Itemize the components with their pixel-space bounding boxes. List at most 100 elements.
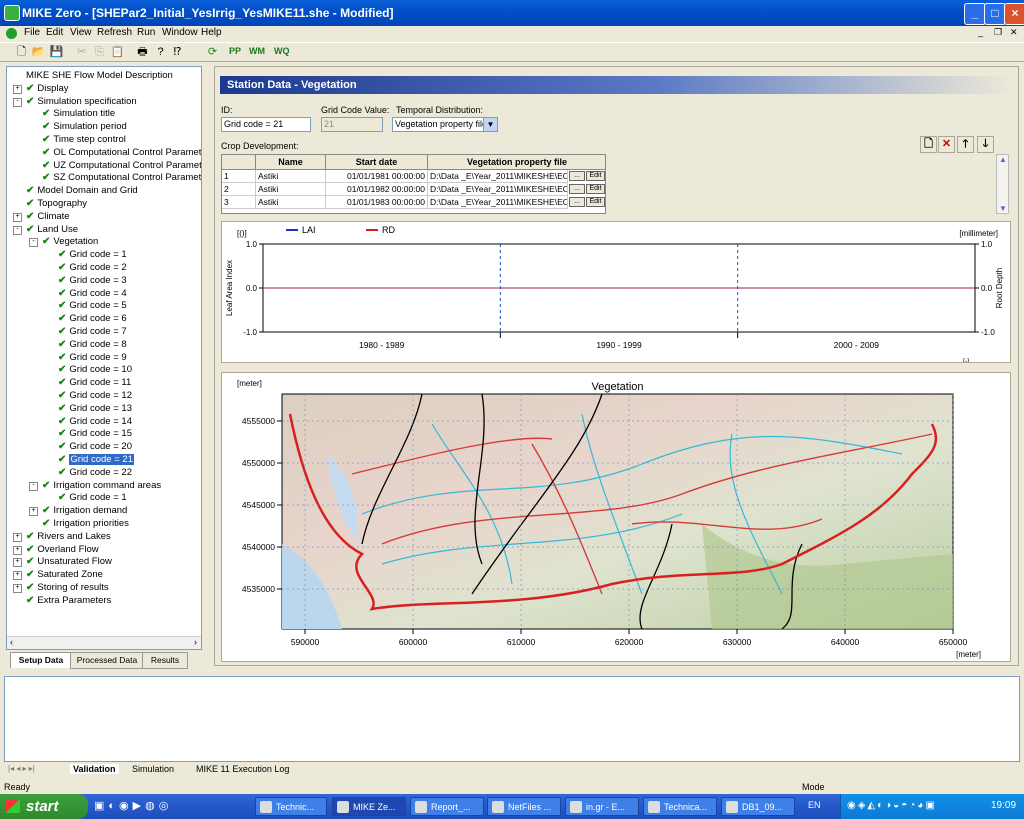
setup-tree[interactable]: MIKE SHE Flow Model Description + ✔ Display… <box>6 66 202 650</box>
expand-icon[interactable]: + <box>13 558 22 568</box>
tree-item[interactable]: ✔ Grid code = 1 <box>45 491 127 504</box>
tab-processed-data[interactable]: Processed Data <box>70 652 144 669</box>
tree-item[interactable]: ✔ OL Computational Control Paramet... <box>29 146 201 159</box>
edit-button[interactable]: Edit <box>586 184 605 194</box>
tree-item[interactable]: - ✔ Vegetation <box>29 235 98 248</box>
delete-row-icon[interactable]: ✕ <box>938 136 955 153</box>
tree-item[interactable]: ✔ Grid code = 20 <box>45 440 132 453</box>
tree-item[interactable]: - ✔ Land Use <box>13 223 78 236</box>
menu-edit[interactable]: Edit <box>46 27 63 38</box>
column-header[interactable]: Name <box>256 155 326 170</box>
wm-button[interactable]: WM <box>249 46 265 56</box>
tree-item[interactable]: ✔ Grid code = 22 <box>45 466 132 479</box>
expand-icon[interactable]: + <box>13 532 22 542</box>
mdi-restore-icon[interactable]: ❐ <box>994 27 1002 38</box>
wq-button[interactable]: WQ <box>274 46 290 56</box>
table-cell[interactable]: 3 <box>222 196 256 209</box>
column-header[interactable]: Start date <box>326 155 428 170</box>
tree-item[interactable]: ✔ Grid code = 8 <box>45 338 127 351</box>
tree-item[interactable]: + ✔ Climate <box>13 210 70 223</box>
context-help-icon[interactable]: ⁉ <box>170 45 185 60</box>
close-button[interactable]: × <box>1004 3 1024 25</box>
tab-validation[interactable]: Validation <box>70 764 119 774</box>
print-icon[interactable]: 🖶 <box>135 45 150 60</box>
move-up-icon[interactable]: 🡑 <box>957 136 974 153</box>
table-cell[interactable]: Astiki <box>256 170 326 183</box>
scroll-left-icon[interactable]: ‹ <box>10 637 13 647</box>
chevron-down-icon[interactable]: ▼ <box>483 118 497 131</box>
tree-item[interactable]: ✔ Grid code = 3 <box>45 274 127 287</box>
tree-item[interactable]: ✔ Simulation period <box>29 120 127 133</box>
tree-item[interactable]: ✔ SZ Computational Control Paramet... <box>29 171 201 184</box>
task-technic[interactable]: Technic... <box>255 797 327 816</box>
tree-item[interactable]: MIKE SHE Flow Model Description <box>13 69 173 82</box>
table-cell[interactable]: 1 <box>222 170 256 183</box>
tree-item[interactable]: ✔ Grid code = 13 <box>45 402 132 415</box>
tab-nav-arrows-icon[interactable]: |◂ ◂ ▸ ▸| <box>8 764 35 773</box>
tree-item[interactable]: + ✔ Rivers and Lakes <box>13 530 111 543</box>
save-icon[interactable]: 💾 <box>49 45 64 60</box>
start-button[interactable]: start <box>0 794 88 819</box>
tree-item[interactable]: ✔ Model Domain and Grid <box>13 184 138 197</box>
tab-setup-data[interactable]: Setup Data <box>10 652 72 668</box>
tree-item[interactable]: ✔ Grid code = 21 <box>45 453 134 466</box>
menu-run[interactable]: Run <box>137 27 155 38</box>
table-cell[interactable]: Astiki <box>256 183 326 196</box>
tree-item[interactable]: ✔ Grid code = 12 <box>45 389 132 402</box>
table-cell[interactable]: D:\Data _E\Year_2011\MIKESHE\EO <box>428 183 568 196</box>
tree-item[interactable]: + ✔ Unsaturated Flow <box>13 555 112 568</box>
scroll-down-icon[interactable]: ▼ <box>999 204 1007 213</box>
tree-item[interactable]: ✔ Irrigation priorities <box>29 517 129 530</box>
column-header[interactable] <box>222 155 256 170</box>
tree-item[interactable]: ✔ Grid code = 4 <box>45 287 127 300</box>
table-cell[interactable]: Astiki <box>256 196 326 209</box>
table-vertical-scrollbar[interactable]: ▲ ▼ <box>996 154 1009 214</box>
refresh-icon[interactable]: ⟳ <box>205 45 220 60</box>
quick-launch-icons[interactable]: ▣◐◉▶◍◎ <box>94 799 244 815</box>
open-folder-icon[interactable]: 📂 <box>31 45 46 60</box>
expand-icon[interactable]: + <box>13 571 22 581</box>
table-cell[interactable]: D:\Data _E\Year_2011\MIKESHE\EO <box>428 196 568 209</box>
table-cell[interactable]: 01/01/1981 00:00:00 <box>326 170 428 183</box>
tree-item[interactable]: + ✔ Storing of results <box>13 581 109 594</box>
tree-item[interactable]: ✔ Grid code = 6 <box>45 312 127 325</box>
tree-item[interactable]: - ✔ Irrigation command areas <box>29 479 161 492</box>
tab-results[interactable]: Results <box>142 652 188 669</box>
table-cell[interactable]: D:\Data _E\Year_2011\MIKESHE\EO <box>428 170 568 183</box>
collapse-icon[interactable]: - <box>29 238 38 248</box>
tree-item[interactable]: ✔ Grid code = 9 <box>45 351 127 364</box>
tree-item[interactable]: ✔ Extra Parameters <box>13 594 111 607</box>
id-input[interactable]: Grid code = 21 <box>221 117 311 132</box>
table-cell[interactable]: 01/01/1982 00:00:00 <box>326 183 428 196</box>
paste-icon[interactable]: 📋 <box>110 45 125 60</box>
tree-item[interactable]: ✔ Grid code = 5 <box>45 299 127 312</box>
edit-button[interactable]: Edit <box>586 171 605 181</box>
menu-view[interactable]: View <box>70 27 92 38</box>
task-db1[interactable]: DB1_09... <box>721 797 795 816</box>
move-down-icon[interactable]: 🡓 <box>977 136 994 153</box>
temporal-select[interactable]: Vegetation property file ▼ <box>392 117 498 132</box>
collapse-icon[interactable]: - <box>13 225 22 235</box>
tree-item[interactable]: ✔ Time step control <box>29 133 126 146</box>
table-cell[interactable]: 01/01/1983 00:00:00 <box>326 196 428 209</box>
add-row-icon[interactable]: 🗋 <box>920 136 937 153</box>
vertical-splitter[interactable] <box>205 62 213 674</box>
scroll-up-icon[interactable]: ▲ <box>999 155 1007 164</box>
collapse-icon[interactable]: - <box>29 481 38 491</box>
tree-item[interactable]: ✔ UZ Computational Control Paramet... <box>29 159 201 172</box>
tree-item[interactable]: + ✔ Display <box>13 82 69 95</box>
expand-icon[interactable]: + <box>29 507 38 517</box>
mdi-close-icon[interactable]: ✕ <box>1010 27 1018 38</box>
menu-help[interactable]: Help <box>201 27 222 38</box>
cut-icon[interactable]: ✂ <box>74 45 89 60</box>
tree-item[interactable]: ✔ Grid code = 15 <box>45 427 132 440</box>
task-report[interactable]: Report_... <box>410 797 484 816</box>
output-pane[interactable] <box>4 676 1020 762</box>
menu-file[interactable]: File <box>24 27 40 38</box>
tree-item[interactable]: + ✔ Saturated Zone <box>13 568 103 581</box>
minimize-button[interactable]: _ <box>964 3 986 25</box>
tree-horizontal-scrollbar[interactable]: ‹ › <box>7 636 201 649</box>
tree-item[interactable]: ✔ Simulation title <box>29 107 115 120</box>
task-browser[interactable]: in.gr - E... <box>565 797 639 816</box>
edit-button[interactable]: Edit <box>586 197 605 207</box>
